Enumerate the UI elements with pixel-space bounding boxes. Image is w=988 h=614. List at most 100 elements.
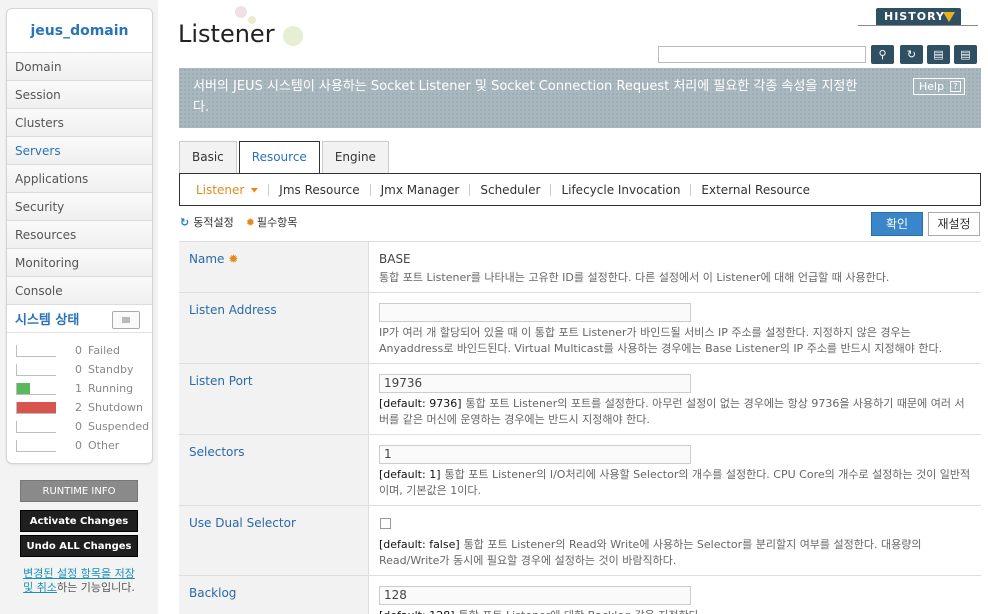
sidebar-item-security[interactable]: Security [7,193,152,221]
tab-resource[interactable]: Resource [238,141,320,174]
status-label: Failed [88,344,120,357]
status-count: 2 [75,401,82,414]
property-body: BASE 통합 포트 Listener를 나타내는 고유한 ID를 설정한다. 다… [369,242,981,292]
activate-changes-button[interactable]: Activate Changes [20,510,138,532]
subnav-label: External Resource [701,182,811,197]
status-bar [16,439,56,452]
selectors-input[interactable]: 1 [379,445,691,464]
search-input[interactable] [658,46,866,63]
listen-address-input[interactable] [379,303,691,322]
property-label: Use Dual Selector [179,506,369,575]
subnav-label: Listener [196,182,245,197]
description-text: 서버의 JEUS 시스템이 사용하는 Socket Listener 및 Soc… [193,79,858,115]
backlog-input[interactable]: 128 [379,586,691,605]
runtime-note-text: 하는 기능입니다. [57,581,135,594]
search-icon[interactable]: ⚲ [871,45,894,64]
refresh-icon[interactable]: ↻ [900,45,923,64]
monitor-icon[interactable] [112,311,140,329]
subnav-item-external-resource[interactable]: External Resource [691,184,820,196]
status-row-failed: 0 Failed [7,341,152,360]
property-row-backlog: Backlog 128 [default: 128] 통합 포트 Listener에 … [179,576,981,614]
sidebar-item-domain[interactable]: Domain [7,53,152,81]
export-xml-icon[interactable]: ▤ [927,45,950,64]
sidebar-item-clusters[interactable]: Clusters [7,109,152,137]
sidebar: jeus_domain Domain Session Clusters Servers… [0,0,158,614]
status-bar [16,382,56,395]
listen-port-input[interactable]: 19736 [379,374,691,393]
tab-basic[interactable]: Basic [179,141,237,173]
property-label-text: Listen Address [189,303,277,317]
property-description: [default: false] 통합 포트 Listener의 Read와 Wr… [379,537,971,569]
property-description-text: 통합 포트 Listener의 I/O처리에 사용할 Selector의 개수를… [379,468,971,497]
property-label-text: Use Dual Selector [189,516,296,530]
status-row-standby: 0 Standby [7,360,152,379]
status-label: Other [88,439,120,452]
main-content: Listener HISTORY ⚲ ↻ ▤ ▤ 서버의 JEUS 시스템이 사… [158,0,988,614]
subnav-label: Jms Resource [279,182,360,197]
description-banner: 서버의 JEUS 시스템이 사용하는 Socket Listener 및 Soc… [179,68,981,128]
property-label-text: Backlog [189,586,237,600]
subnav-item-jms-resource[interactable]: Jms Resource [269,182,371,197]
property-label: Listen Address [179,293,369,363]
sidebar-item-servers[interactable]: Servers [7,137,152,165]
property-description: IP가 여러 개 할당되어 있을 때 이 통합 포트 Listener가 바인드… [379,325,971,357]
tab-engine[interactable]: Engine [321,141,389,173]
property-table: Name ✹ BASE 통합 포트 Listener를 나타내는 고유한 ID를 설정… [179,241,981,614]
property-description-text: 통합 포트 Listener의 Read와 Write에 사용하는 Select… [379,538,922,567]
sidebar-item-console[interactable]: Console [7,277,152,305]
property-row-listen-address: Listen Address IP가 여러 개 할당되어 있을 때 이 통합 포트… [179,293,981,364]
system-status-title: 시스템 상태 [15,313,80,328]
subnav-item-listener[interactable]: Listener [186,182,270,197]
status-bar-fill [17,401,56,413]
property-default: [default: 1] [379,468,441,481]
subnav-item-lifecycle-invocation[interactable]: Lifecycle Invocation [551,183,692,196]
use-dual-selector-checkbox[interactable] [380,518,391,529]
status-count: 0 [75,363,82,376]
domain-title[interactable]: jeus_domain [7,9,152,53]
subnav-item-scheduler[interactable]: Scheduler [470,183,552,196]
status-bar [16,363,56,376]
property-default: [default: false] [379,538,460,551]
subnav-item-jmx-manager[interactable]: Jmx Manager [371,182,471,197]
property-value: BASE [379,252,411,266]
import-xml-icon[interactable]: ▤ [954,45,977,64]
reset-button[interactable]: 재설정 [928,212,980,236]
status-row-running: 1 Running [7,379,152,398]
system-status-header: 시스템 상태 [7,305,152,333]
property-body: 19736 [default: 9736] 통합 포트 Listener의 포트를 … [369,364,981,434]
property-description: 통합 포트 Listener를 나타내는 고유한 ID를 설정한다. 다른 설정… [379,270,971,286]
sidebar-item-monitoring[interactable]: Monitoring [7,249,152,277]
status-row-other: 0 Other [7,436,152,455]
required-icon: ✹ [245,215,255,229]
status-label: Shutdown [88,401,143,414]
help-button[interactable]: Help ? [913,78,965,95]
property-description-text: IP가 여러 개 할당되어 있을 때 이 통합 포트 Listener가 바인드… [379,326,943,355]
runtime-info-button[interactable]: RUNTIME INFO [20,480,138,502]
status-count: 1 [75,382,82,395]
status-row-shutdown: 2 Shutdown [7,398,152,417]
property-description-text: 통합 포트 Listener의 포트를 설정한다. 아무런 설정이 없는 경우에… [379,397,965,426]
sidebar-item-session[interactable]: Session [7,81,152,109]
sidebar-item-applications[interactable]: Applications [7,165,152,193]
undo-changes-button[interactable]: Undo ALL Changes [20,535,138,557]
property-description: [default: 9736] 통합 포트 Listener의 포트를 설정한다.… [379,396,971,428]
confirm-button[interactable]: 확인 [871,212,923,236]
dynamic-setting-label: 동적설정 [193,216,234,229]
property-description-text: 통합 포트 Listener를 나타내는 고유한 ID를 설정한다. 다른 설정… [379,271,890,284]
property-label: Backlog [179,576,369,614]
sidebar-item-resources[interactable]: Resources [7,221,152,249]
status-list: 0 Failed 0 Standby 1 Running 2 Shutdown 0 Suspend… [7,333,152,455]
property-row-listen-port: Listen Port 19736 [default: 9736] 통합 포트 Lis… [179,364,981,435]
required-icon: ✹ [228,252,239,266]
dynamic-setting-icon: ↻ [180,215,190,229]
property-label: Name ✹ [179,242,369,292]
property-default: [default: 9736] [379,397,462,410]
history-button[interactable]: HISTORY [876,8,961,26]
page-title: Listener [178,20,275,48]
property-description: [default: 128] 통합 포트 Listener에 대한 Backlog… [379,608,971,614]
property-body: IP가 여러 개 할당되어 있을 때 이 통합 포트 Listener가 바인드… [369,293,981,363]
status-bar [16,344,56,357]
decor-circle [235,6,247,18]
status-count: 0 [75,439,82,452]
subnav-label: Jmx Manager [380,182,460,197]
